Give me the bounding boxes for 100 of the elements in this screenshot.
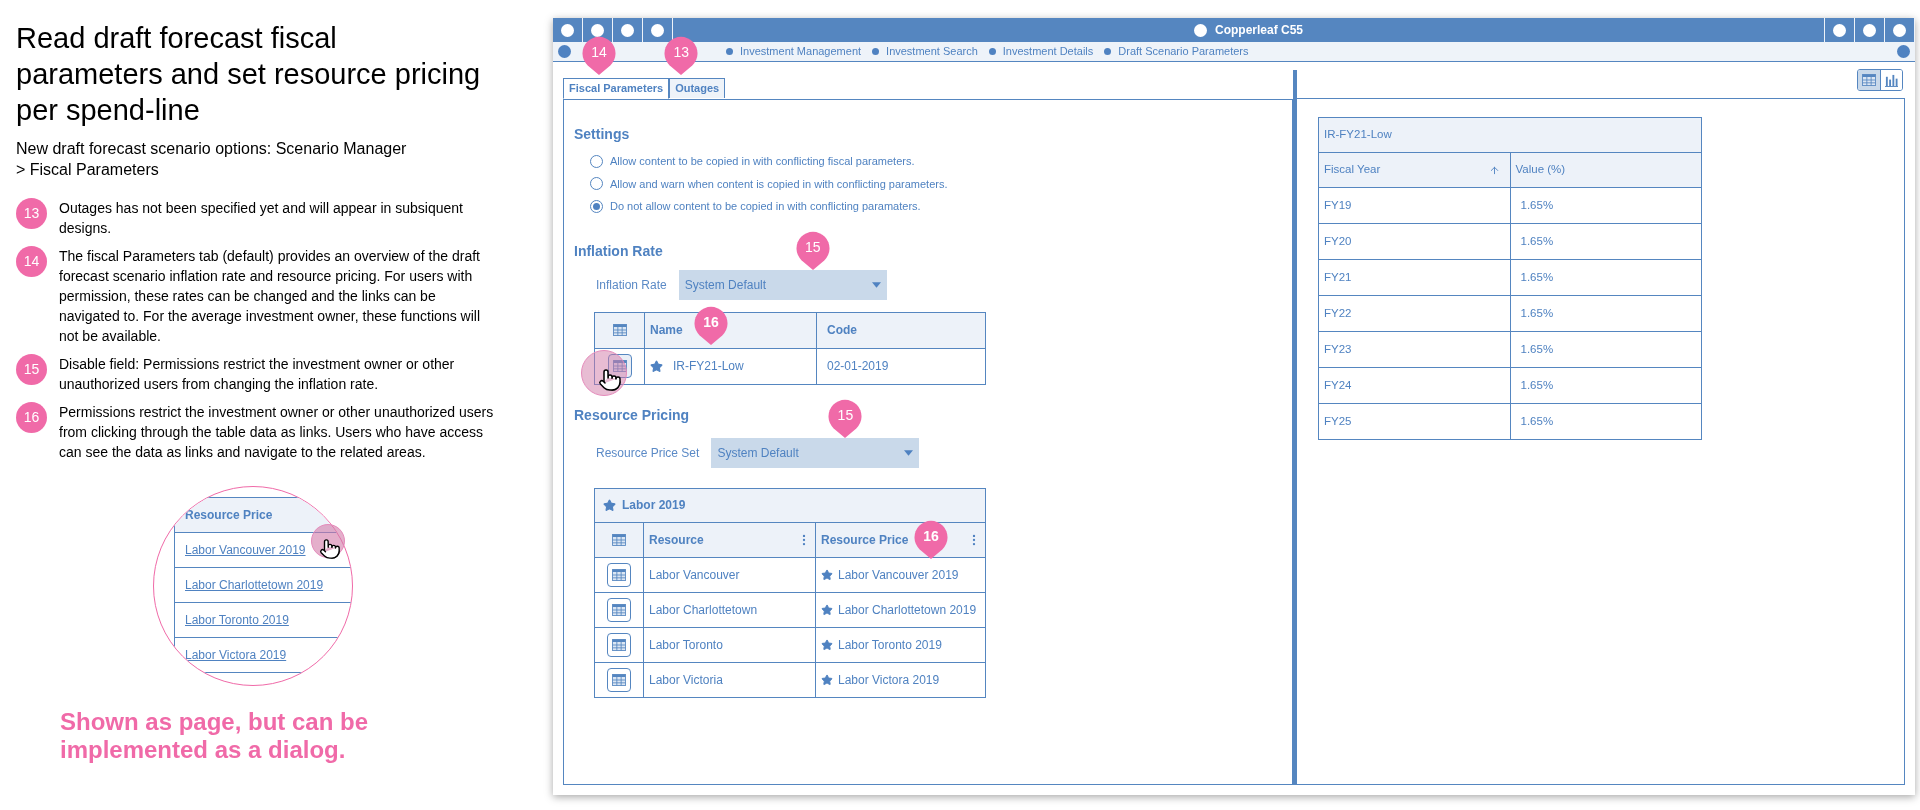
star-icon: [821, 568, 833, 581]
window-title: Copperleaf C55: [1215, 22, 1303, 39]
table-cell: 1.65%: [1520, 342, 1554, 355]
star-icon: [603, 498, 616, 512]
callout-pin: 13: [663, 35, 700, 75]
resource-link[interactable]: Labor Toronto 2019: [185, 611, 289, 629]
breadcrumb-link[interactable]: Draft Scenario Parameters: [1118, 43, 1249, 60]
table-icon: [612, 360, 627, 372]
table-cell-text: Labor Toronto 2019: [838, 636, 942, 654]
column-header: Resource Price: [821, 531, 909, 549]
note-text: Outages has not been specified yet and will appear in subsiquent designs.: [59, 199, 464, 238]
placeholder-icon[interactable]: [726, 48, 733, 55]
breadcrumb-link[interactable]: Investment Details: [1002, 43, 1094, 60]
table-cell-text: Labor Victora 2019: [838, 671, 940, 689]
table-cell: FY22: [1324, 306, 1352, 319]
callout-pin: 14: [581, 35, 617, 75]
table-cell: FY19: [1324, 198, 1352, 211]
breadcrumb-link[interactable]: Investment Management: [740, 43, 862, 60]
field-label: Resource Price Set: [596, 444, 700, 462]
page-title: Read draft forecast fiscal parameters and set resource pricing per spend-line: [16, 21, 482, 128]
table-cell: FY21: [1324, 270, 1352, 283]
table-cell-text: IR-FY21-Low: [673, 358, 744, 375]
resource-link[interactable]: Labor Vancouver 2019: [185, 541, 306, 559]
placeholder-icon[interactable]: [1863, 23, 1876, 37]
star-icon: [821, 673, 833, 686]
note-text: Permissions restrict the investment owner or other unauthorized users from clicking through the table data as links. Users who have access can see the data as links and navigate to the related areas.: [59, 403, 495, 462]
table-cell: 1.65%: [1520, 306, 1554, 319]
note-number: 15: [16, 354, 47, 385]
column-header: Resource Price: [185, 507, 273, 524]
table-cell: 1.65%: [1520, 198, 1554, 211]
breadcrumb-link[interactable]: Investment Search: [886, 43, 978, 60]
table-cell: 02-01-2019: [827, 359, 889, 373]
note-number: 13: [16, 198, 47, 229]
column-header: Code: [827, 323, 857, 337]
column-header: Value (%): [1515, 162, 1566, 178]
note-text: Disable field: Permissions restrict the investment owner or other unauthorized users from changing the inflation rate.: [59, 355, 456, 394]
bar-chart-icon: [1885, 73, 1898, 87]
placeholder-icon[interactable]: [558, 45, 571, 58]
star-icon: [650, 359, 663, 373]
placeholder-icon[interactable]: [1104, 48, 1112, 55]
caret-icon: [904, 449, 914, 456]
table-cell: 1.65%: [1520, 234, 1554, 247]
table-cell: FY24: [1324, 378, 1352, 391]
table-icon: [612, 603, 626, 616]
radio-button[interactable]: [590, 154, 603, 168]
table-cell: 1.65%: [1520, 414, 1554, 427]
placeholder-icon[interactable]: [1893, 23, 1906, 37]
table-cell: 1.65%: [1520, 270, 1554, 283]
view-toggle[interactable]: [1858, 70, 1880, 90]
star-icon: [821, 603, 833, 616]
placeholder-icon[interactable]: [591, 23, 604, 37]
option-label: Allow content to be copied in with conflicting fiscal parameters.: [610, 154, 915, 169]
page-subtitle: New draft forecast scenario options: Scenario Manager > Fiscal Parameters: [16, 139, 408, 180]
placeholder-icon[interactable]: [621, 23, 634, 37]
table-icon: [612, 324, 627, 336]
placeholder-icon[interactable]: [561, 23, 574, 37]
placeholder-icon[interactable]: [1897, 45, 1910, 58]
placeholder-icon[interactable]: [872, 48, 880, 55]
tab[interactable]: Outages: [669, 77, 726, 98]
table-icon: [612, 673, 626, 686]
table-cell: Labor Victoria: [649, 672, 723, 687]
table-cell: FY20: [1324, 234, 1352, 247]
resource-link[interactable]: Labor Victora 2019: [185, 646, 287, 664]
option-label: Do not allow content to be copied in with conflicting paramaters.: [610, 199, 921, 214]
note-number: 14: [16, 246, 47, 277]
table-cell: 1.65%: [1520, 378, 1554, 391]
placeholder-icon[interactable]: [651, 23, 664, 37]
tab[interactable]: Fiscal Parameters: [563, 77, 670, 99]
row-details-button[interactable]: [607, 354, 632, 378]
star-icon: [821, 638, 833, 651]
table-cell: Labor Charlottetown: [649, 602, 758, 617]
table-icon: [612, 638, 626, 651]
callout-pin: 15: [794, 229, 831, 270]
sort-ascending-icon[interactable]: [1488, 164, 1500, 176]
radio-button[interactable]: [590, 199, 603, 213]
table-cell: Labor Toronto: [649, 637, 723, 652]
table-icon: [1862, 74, 1876, 86]
table-cell: FY23: [1324, 342, 1352, 355]
radio-button[interactable]: [590, 177, 603, 191]
table-cell: FY25: [1324, 414, 1352, 427]
callout-pin: 15: [827, 397, 864, 438]
placeholder-icon[interactable]: [1833, 23, 1846, 37]
section-heading: Inflation Rate: [574, 241, 663, 261]
table-cell-text: Labor Vancouver 2019: [838, 566, 959, 584]
resource-link[interactable]: Labor Charlottetown 2019: [185, 576, 324, 594]
note-text: The fiscal Parameters tab (default) provides an overview of the draft forecast scenario inflation rate and resource pricing. For users with permission, these rates can be changed and the links can be navigated to. For the average investment owner, these functions will not be available.: [59, 247, 481, 346]
caret-icon: [871, 281, 881, 288]
hand-cursor-icon: [319, 538, 341, 560]
table-caption: IR-FY21-Low: [1324, 128, 1392, 141]
section-heading: Settings: [574, 125, 630, 144]
table-cell-text: Labor Charlottetown 2019: [838, 601, 977, 619]
callout-pin: 16: [913, 518, 949, 559]
placeholder-icon[interactable]: [988, 48, 996, 55]
view-toggle[interactable]: [1880, 70, 1902, 90]
table-cell: Labor Vancouver: [649, 567, 740, 582]
footer-note: Shown as page, but can be implemented as a dialog.: [60, 708, 370, 764]
field-label: Inflation Rate: [596, 276, 667, 294]
app-logo-icon: [1194, 23, 1207, 37]
column-header: Name: [650, 323, 683, 337]
section-heading: Resource Pricing: [574, 405, 690, 425]
